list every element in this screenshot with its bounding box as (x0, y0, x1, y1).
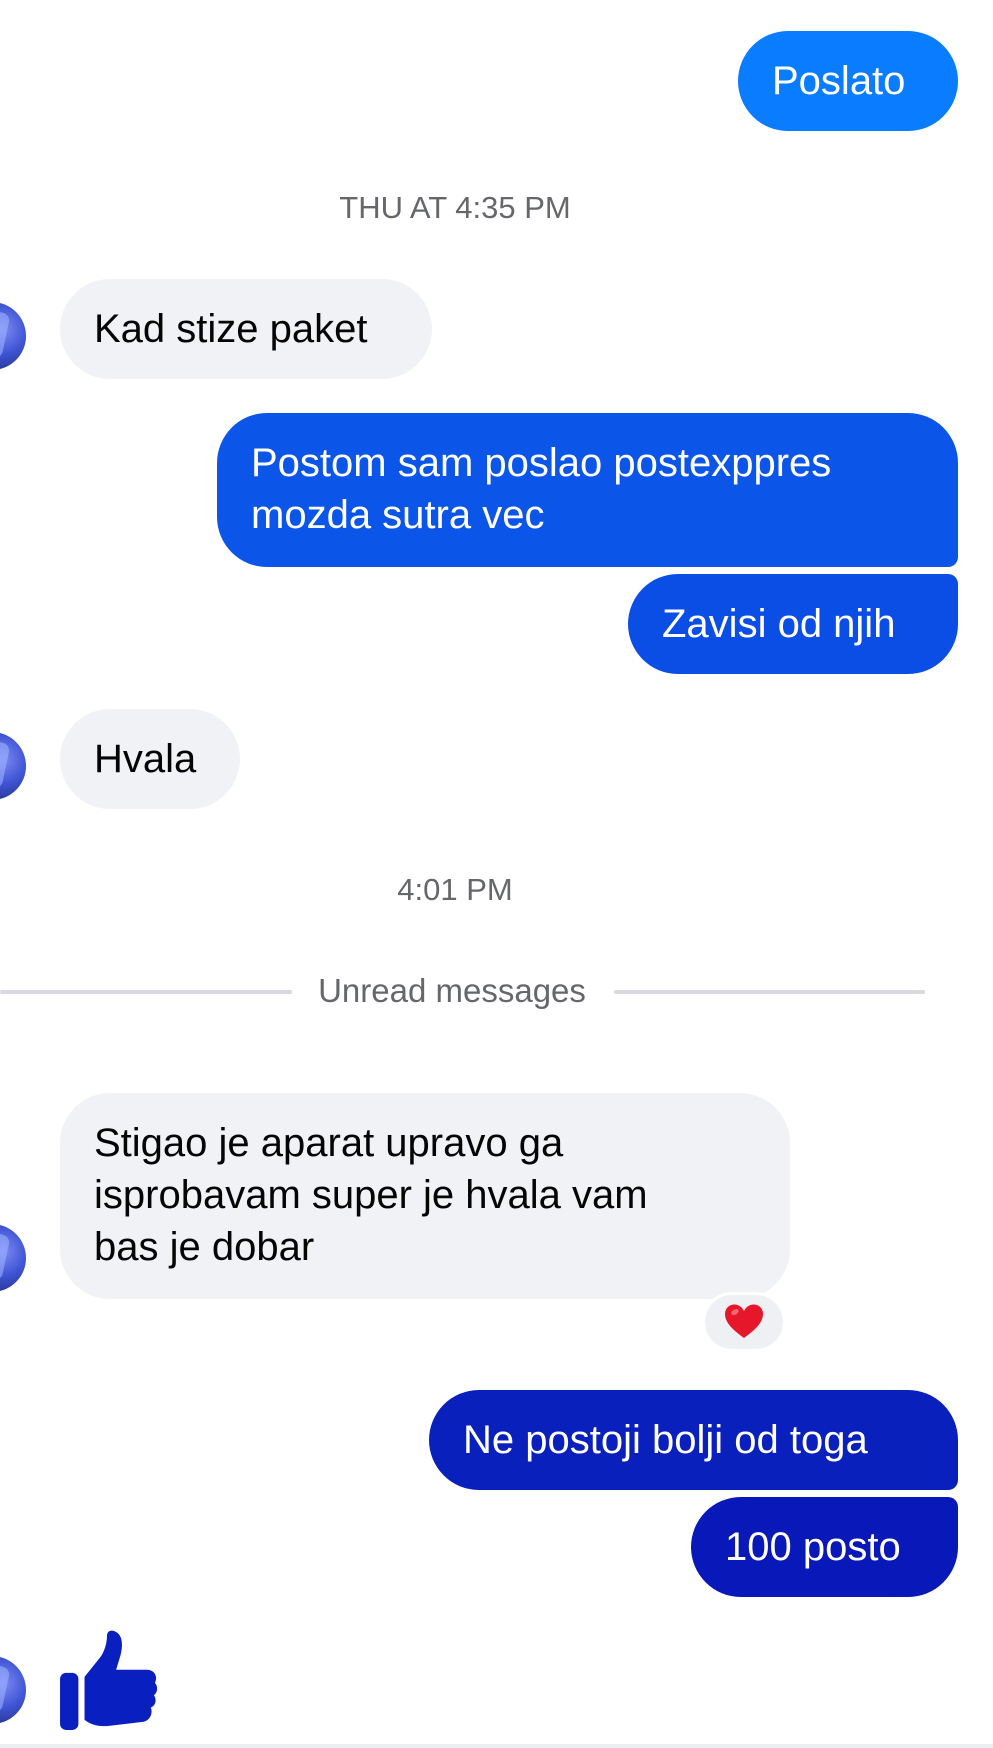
message-text: Zavisi od njih (662, 602, 896, 646)
message-incoming[interactable]: Kad stize paket (60, 279, 432, 379)
bottom-divider (0, 1744, 993, 1748)
contact-avatar[interactable] (0, 732, 26, 800)
contact-avatar[interactable] (0, 1224, 26, 1292)
timestamp: THU AT 4:35 PM (339, 190, 571, 225)
message-text-line: Postom sam poslao postexppres (251, 441, 832, 485)
message-text-line: Stigao je aparat upravo ga (94, 1121, 564, 1165)
message-outgoing[interactable]: Zavisi od njih (628, 574, 958, 674)
message-text: Poslato (772, 59, 906, 103)
thumbs-up-icon[interactable] (58, 1630, 160, 1732)
message-reaction[interactable] (702, 1292, 786, 1352)
message-incoming[interactable]: Hvala (60, 709, 240, 809)
message-text-line: isprobavam super je hvala vam (94, 1173, 648, 1217)
message-outgoing[interactable]: Ne postoji bolji od toga (429, 1390, 958, 1490)
red-heart-icon (725, 1304, 763, 1338)
message-outgoing[interactable]: 100 posto (691, 1497, 958, 1597)
unread-divider-line-left (0, 990, 292, 994)
message-outgoing[interactable]: Poslato (738, 31, 958, 131)
message-text: Ne postoji bolji od toga (463, 1418, 868, 1462)
unread-divider-line-right (614, 990, 925, 994)
message-outgoing[interactable]: Postom sam poslao postexppres mozda sutr… (217, 413, 958, 567)
unread-divider-label: Unread messages (318, 972, 586, 1009)
contact-avatar[interactable] (0, 1656, 26, 1724)
message-text: Kad stize paket (94, 307, 368, 351)
timestamp: 4:01 PM (397, 872, 513, 907)
contact-avatar[interactable] (0, 302, 26, 370)
message-text-line: mozda sutra vec (251, 493, 545, 537)
message-text-line: bas je dobar (94, 1225, 315, 1269)
message-text: Hvala (94, 737, 197, 781)
message-text: 100 posto (725, 1525, 901, 1569)
message-incoming[interactable]: Stigao je aparat upravo ga isprobavam su… (60, 1093, 790, 1299)
